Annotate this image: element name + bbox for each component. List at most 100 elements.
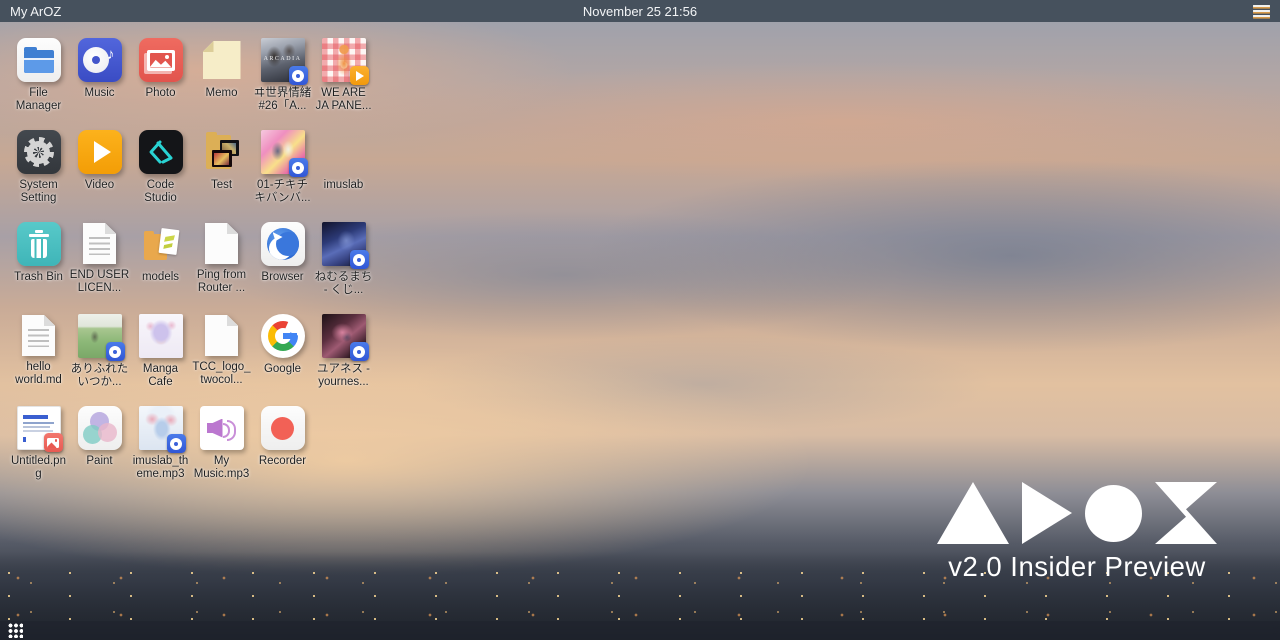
desktop-item-label: Photo (145, 87, 175, 100)
desktop-item-label: Trash Bin (14, 271, 63, 284)
media-thumbnail: ARCADIA (261, 38, 305, 82)
desktop-item-we-are-japanese[interactable]: WE ARE JA PANE... (313, 30, 374, 122)
desktop-item-code-studio[interactable]: Code Studio (130, 122, 191, 214)
cd-icon (109, 346, 121, 358)
desktop-item-ping-from-router[interactable]: Ping from Router ... (191, 214, 252, 306)
logo-triangle-right-icon (1022, 482, 1072, 544)
desktop-item-paint[interactable]: Paint (69, 398, 130, 490)
desktop-item-label: Code Studio (130, 179, 191, 204)
desktop-item-label: File Manager (8, 87, 69, 112)
desktop-item-manga-cafe[interactable]: Manga Cafe (130, 306, 191, 398)
image-icon (47, 438, 59, 448)
desktop-item-music[interactable]: Music (69, 30, 130, 122)
desktop-item-browser[interactable]: Browser (252, 214, 313, 306)
thumbnail-text: ARCADIA (261, 56, 305, 62)
gear-icon (24, 137, 54, 167)
text-document-icon (22, 315, 55, 356)
desktop-item-label: Manga Cafe (130, 363, 191, 388)
google-g-icon (268, 321, 298, 351)
desktop-item-imuslab[interactable]: imuslab (313, 122, 374, 214)
desktop-item-yournes-song[interactable]: ユアネス - yournes... (313, 306, 374, 398)
desktop-item-label: Video (85, 179, 114, 192)
trash-bin-icon (17, 222, 61, 266)
media-thumbnail (78, 314, 122, 358)
desktop-item-system-setting[interactable]: System Setting (8, 122, 69, 214)
desktop-item-untitled-png[interactable]: Untitled.png (8, 398, 69, 490)
play-icon (356, 71, 364, 81)
browser-icon (261, 222, 305, 266)
desktop-item-label: END USER LICEN... (69, 269, 130, 294)
aroz-branding: v2.0 Insider Preview (937, 482, 1217, 583)
media-thumbnail (261, 130, 305, 174)
desktop-item-photo[interactable]: Photo (130, 30, 191, 122)
desktop-item-label: models (142, 271, 179, 284)
desktop-item-google[interactable]: Google (252, 306, 313, 398)
desktop-item-my-music-mp3[interactable]: My Music.mp3 (191, 398, 252, 490)
cd-icon (292, 70, 304, 82)
desktop-item-label: Untitled.png (8, 455, 69, 480)
image-preview-thumbnail (17, 406, 61, 450)
desktop-item-chikichiki-song[interactable]: 01-チキチキバンバ... (252, 122, 313, 214)
code-studio-icon (139, 130, 183, 174)
paint-circles-icon (83, 412, 117, 444)
desktop-item-imuslab-theme-mp3[interactable]: imuslab_theme.mp3 (130, 398, 191, 490)
speaker-icon (207, 415, 237, 442)
desktop-item-memo[interactable]: Memo (191, 30, 252, 122)
text-document-icon (83, 223, 116, 264)
desktop-item-label: Google (264, 363, 301, 376)
media-thumbnail (139, 406, 183, 450)
desktop-item-label: imuslab_theme.mp3 (130, 455, 191, 480)
desktop-item-isekaijoucho-video[interactable]: ARCADIA ヰ世界情緒 #26「A... (252, 30, 313, 122)
desktop-item-nemurumachi-song[interactable]: ねむるまち - くじ... (313, 214, 374, 306)
clock: November 25 21:56 (0, 4, 1280, 19)
desktop-item-arifureta-song[interactable]: ありふれたいつか... (69, 306, 130, 398)
file-manager-icon (17, 38, 61, 82)
desktop-item-label: WE ARE JA PANE... (313, 87, 374, 112)
music-badge-icon (350, 342, 369, 361)
desktop-item-eula-document[interactable]: END USER LICEN... (69, 214, 130, 306)
hamburger-menu-icon[interactable] (1253, 5, 1270, 18)
cd-icon (353, 346, 365, 358)
video-badge-icon (350, 66, 369, 85)
aroz-logo (937, 482, 1217, 544)
desktop-item-label: hello world.md (8, 361, 69, 386)
desktop-root: My ArOZ November 25 21:56 File Manager M… (0, 0, 1280, 640)
cd-icon (170, 438, 182, 450)
music-app-icon (78, 38, 122, 82)
browser-globe-icon (267, 228, 299, 260)
music-badge-icon (289, 158, 308, 177)
desktop-item-recorder[interactable]: Recorder (252, 398, 313, 490)
app-launcher-grid-icon[interactable] (8, 623, 23, 638)
logo-hourglass-icon (1155, 482, 1217, 544)
desktop-item-test-folder[interactable]: Test (191, 122, 252, 214)
blank-document-icon (205, 223, 238, 264)
desktop-item-hello-world-md[interactable]: hello world.md (8, 306, 69, 398)
folder-with-files-icon (139, 222, 183, 266)
desktop-item-label: System Setting (8, 179, 69, 204)
audio-file-icon (200, 406, 244, 450)
desktop-item-file-manager[interactable]: File Manager (8, 30, 69, 122)
desktop-item-label: Recorder (259, 455, 306, 468)
desktop-item-label: Paint (86, 455, 112, 468)
video-app-icon (78, 130, 122, 174)
memo-sticky-note-icon (200, 38, 244, 82)
version-caption: v2.0 Insider Preview (948, 551, 1206, 583)
desktop-item-label: Music (84, 87, 114, 100)
desktop-item-video[interactable]: Video (69, 122, 130, 214)
desktop-item-tcc-logo[interactable]: TCC_logo_twocol... (191, 306, 252, 398)
logo-circle-icon (1085, 485, 1142, 542)
desktop-item-label: ユアネス - yournes... (313, 363, 374, 388)
media-thumbnail (139, 314, 183, 358)
missing-icon (322, 130, 366, 174)
record-dot-icon (271, 417, 294, 440)
trash-can-icon (29, 230, 49, 258)
desktop-item-trash-bin[interactable]: Trash Bin (8, 214, 69, 306)
desktop-item-label: ヰ世界情緒 #26「A... (252, 87, 313, 112)
folder-with-pictures-icon (200, 130, 244, 174)
image-badge-icon (44, 433, 63, 452)
desktop-item-models-folder[interactable]: models (130, 214, 191, 306)
desktop-item-label: ねむるまち - くじ... (313, 271, 374, 296)
desktop-item-label: My Music.mp3 (191, 455, 252, 480)
desktop-item-label: 01-チキチキバンバ... (252, 179, 313, 204)
system-title[interactable]: My ArOZ (10, 4, 61, 19)
